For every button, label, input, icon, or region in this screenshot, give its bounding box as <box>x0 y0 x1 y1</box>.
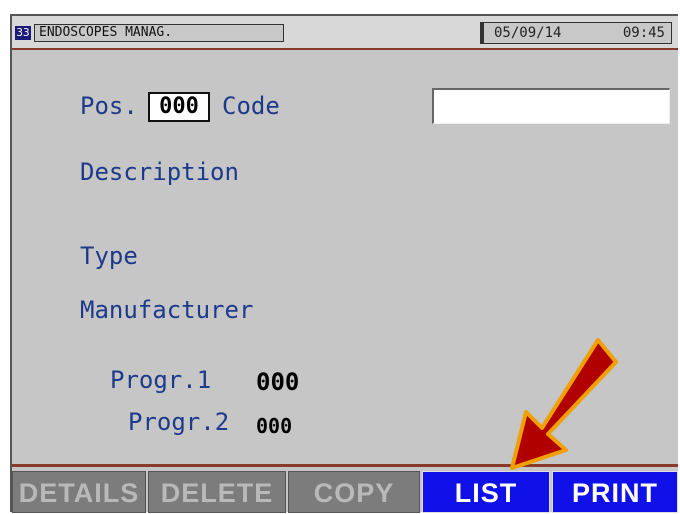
pos-field[interactable]: 000 <box>148 92 210 122</box>
manufacturer-label: Manufacturer <box>80 296 254 324</box>
delete-button[interactable]: DELETE <box>148 471 286 513</box>
progr1-label: Progr.1 <box>110 366 212 394</box>
code-label: Code <box>222 92 280 120</box>
description-label: Description <box>80 158 239 186</box>
datetime-display: 05/09/14 09:45 <box>480 22 672 44</box>
type-label: Type <box>80 242 138 270</box>
pos-label: Pos. <box>80 92 138 120</box>
copy-button[interactable]: COPY <box>288 471 420 513</box>
softkey-bar: DETAILS DELETE COPY LIST PRINT <box>12 464 678 513</box>
list-button[interactable]: LIST <box>422 471 550 513</box>
progr2-value[interactable]: 000 <box>256 414 292 438</box>
screen-id-badge: 33 <box>15 26 31 40</box>
screen-frame: 33 ENDOSCOPES MANAG. 05/09/14 09:45 Pos.… <box>10 14 678 513</box>
title-bar: 33 ENDOSCOPES MANAG. 05/09/14 09:45 <box>12 16 678 50</box>
progr1-value[interactable]: 000 <box>256 368 299 396</box>
code-field[interactable] <box>432 88 670 124</box>
details-button[interactable]: DETAILS <box>12 471 146 513</box>
progr2-label: Progr.2 <box>128 408 230 436</box>
date-text: 05/09/14 <box>494 25 562 41</box>
time-text: 09:45 <box>622 25 665 41</box>
app-title: ENDOSCOPES MANAG. <box>34 24 284 42</box>
print-button[interactable]: PRINT <box>552 471 678 513</box>
